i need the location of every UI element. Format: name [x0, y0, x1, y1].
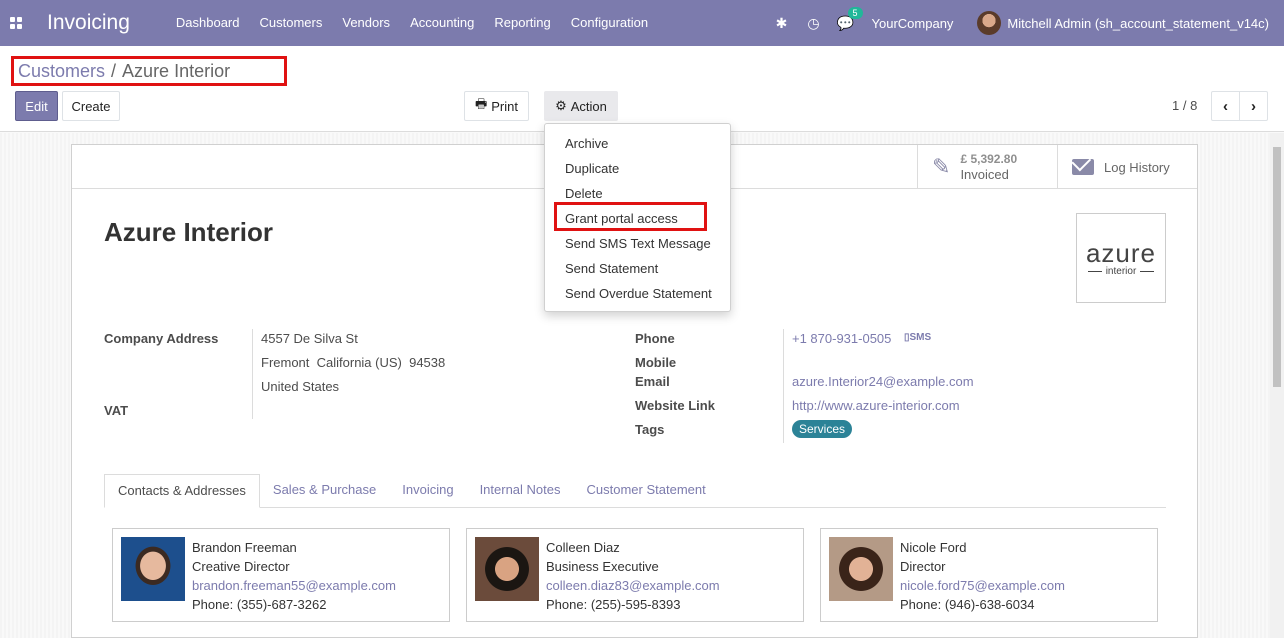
website-link[interactable]: http://www.azure-interior.com [792, 398, 960, 413]
user-name: Mitchell Admin (sh_account_statement_v14… [1007, 15, 1269, 31]
vat-label: VAT [104, 403, 129, 418]
chat-badge: 5 [847, 6, 863, 19]
invoiced-button[interactable]: ✎ £ 5,392.80 Invoiced [917, 145, 1058, 189]
clock-icon[interactable]: ◷ [798, 15, 830, 32]
divider [783, 329, 784, 443]
tab-sales-purchase[interactable]: Sales & Purchase [260, 474, 389, 507]
logo-main: azure [1085, 237, 1157, 268]
partner-name: Azure Interior [104, 217, 274, 247]
menu-vendors[interactable]: Vendors [332, 0, 400, 46]
tag-badge[interactable]: Services [792, 420, 853, 438]
notebook-tabs: Contacts & Addresses Sales & Purchase In… [104, 474, 1166, 508]
contact-email[interactable]: brandon.freeman55@example.com [192, 576, 396, 595]
menu-item-delete[interactable]: Delete [545, 181, 730, 206]
sms-label: SMS [909, 332, 932, 343]
menu-dashboard[interactable]: Dashboard [166, 0, 250, 46]
action-dropdown: Archive Duplicate Delete Grant portal ac… [544, 123, 731, 312]
contact-name: Colleen Diaz [546, 540, 620, 555]
invoiced-label: Invoiced [960, 167, 1009, 182]
sms-button[interactable]: ▯SMS [904, 332, 931, 343]
apps-menu-icon[interactable] [0, 0, 32, 46]
pager-value[interactable]: 1 / 8 [1172, 98, 1197, 113]
chevron-left-icon[interactable]: ‹ [1212, 92, 1240, 120]
contact-email[interactable]: nicole.ford75@example.com [900, 576, 1065, 595]
contact-phone: Phone: (946)-638-6034 [900, 597, 1035, 612]
contact-card[interactable]: Brandon Freeman Creative Director brando… [112, 528, 450, 622]
tab-internal-notes[interactable]: Internal Notes [467, 474, 574, 507]
country-field: United States [261, 379, 340, 394]
bug-icon[interactable]: ✱ [766, 15, 798, 32]
menu-item-archive[interactable]: Archive [545, 131, 730, 156]
menu-reporting[interactable]: Reporting [484, 0, 560, 46]
menu-item-send-sms[interactable]: Send SMS Text Message [545, 231, 730, 256]
scrollbar[interactable] [1270, 133, 1284, 638]
contact-photo [829, 537, 893, 601]
print-button[interactable]: 🖶 Print [464, 91, 529, 121]
create-button[interactable]: Create [62, 91, 120, 121]
breadcrumb: Customers / Azure Interior [11, 56, 287, 86]
city-field: Fremont California (US) 94538 [261, 355, 446, 370]
menu-item-send-overdue-statement[interactable]: Send Overdue Statement [545, 281, 730, 306]
top-navbar: Invoicing Dashboard Customers Vendors Ac… [0, 0, 1284, 46]
breadcrumb-current: Azure Interior [122, 60, 231, 81]
company-logo[interactable]: azure interior [1076, 213, 1166, 303]
mobile-label: Mobile [635, 355, 677, 370]
edit-button[interactable]: Edit [15, 91, 58, 121]
log-history-label: Log History [1104, 159, 1170, 175]
contact-photo [475, 537, 539, 601]
contact-name: Nicole Ford [900, 540, 967, 555]
contact-name: Brandon Freeman [192, 540, 297, 555]
main-menu: Dashboard Customers Vendors Accounting R… [166, 0, 658, 46]
avatar [977, 11, 1002, 35]
systray: ✱ ◷ 💬 5 YourCompany Mitchell Admin (sh_ac… [766, 0, 1269, 46]
contact-title: Business Executive [546, 559, 659, 574]
contact-photo [121, 537, 185, 601]
email-link[interactable]: azure.Interior24@example.com [792, 374, 974, 389]
tab-contacts[interactable]: Contacts & Addresses [104, 474, 260, 508]
print-icon: 🖶 [474, 96, 488, 111]
phone-label: Phone [635, 331, 675, 346]
tags-label: Tags [635, 422, 665, 437]
contact-card[interactable]: Nicole Ford Director nicole.ford75@examp… [820, 528, 1158, 622]
tab-customer-statement[interactable]: Customer Statement [574, 474, 719, 507]
log-history-button[interactable]: Log History [1057, 145, 1197, 189]
contact-title: Director [900, 559, 946, 574]
pager-buttons: ‹ › [1211, 91, 1268, 121]
gear-icon: ⚙ [555, 98, 567, 113]
contact-title: Creative Director [192, 559, 290, 574]
action-label: Action [570, 98, 607, 114]
breadcrumb-customers[interactable]: Customers [18, 61, 105, 82]
website-label: Website Link [635, 398, 715, 413]
email-label: Email [635, 374, 670, 389]
street-field: 4557 De Silva St [261, 331, 358, 346]
menu-accounting[interactable]: Accounting [400, 0, 484, 46]
logo-sub: interior [1088, 266, 1155, 277]
divider [252, 329, 253, 419]
company-switcher[interactable]: YourCompany [872, 16, 954, 31]
edit-icon: ✎ [932, 154, 951, 179]
menu-item-grant-portal-access[interactable]: Grant portal access [545, 206, 730, 231]
chevron-right-icon[interactable]: › [1240, 92, 1267, 120]
breadcrumb-sep: / [111, 60, 117, 81]
action-button[interactable]: ⚙ Action [544, 91, 618, 121]
tab-invoicing[interactable]: Invoicing [389, 474, 466, 507]
contact-phone: Phone: (355)-687-3262 [192, 597, 327, 612]
contact-email[interactable]: colleen.diaz83@example.com [546, 576, 720, 595]
menu-item-duplicate[interactable]: Duplicate [545, 156, 730, 181]
menu-customers[interactable]: Customers [250, 0, 333, 46]
scrollbar-thumb[interactable] [1273, 147, 1281, 387]
chat-icon[interactable]: 💬 5 [830, 6, 863, 32]
contact-phone: Phone: (255)-595-8393 [546, 597, 681, 612]
phone-link[interactable]: +1 870-931-0505 [792, 331, 891, 346]
invoiced-value: £ 5,392.80 [960, 152, 1018, 166]
address-label: Company Address [104, 331, 219, 346]
menu-item-send-statement[interactable]: Send Statement [545, 256, 730, 281]
user-menu[interactable]: Mitchell Admin (sh_account_statement_v14… [977, 11, 1269, 35]
menu-configuration[interactable]: Configuration [561, 0, 658, 46]
control-panel: Customers / Azure Interior Edit Create 🖶… [0, 46, 1284, 132]
envelope-icon [1072, 159, 1094, 175]
print-label: Print [491, 98, 518, 114]
app-brand[interactable]: Invoicing [47, 11, 130, 35]
contact-card[interactable]: Colleen Diaz Business Executive colleen.… [466, 528, 804, 622]
